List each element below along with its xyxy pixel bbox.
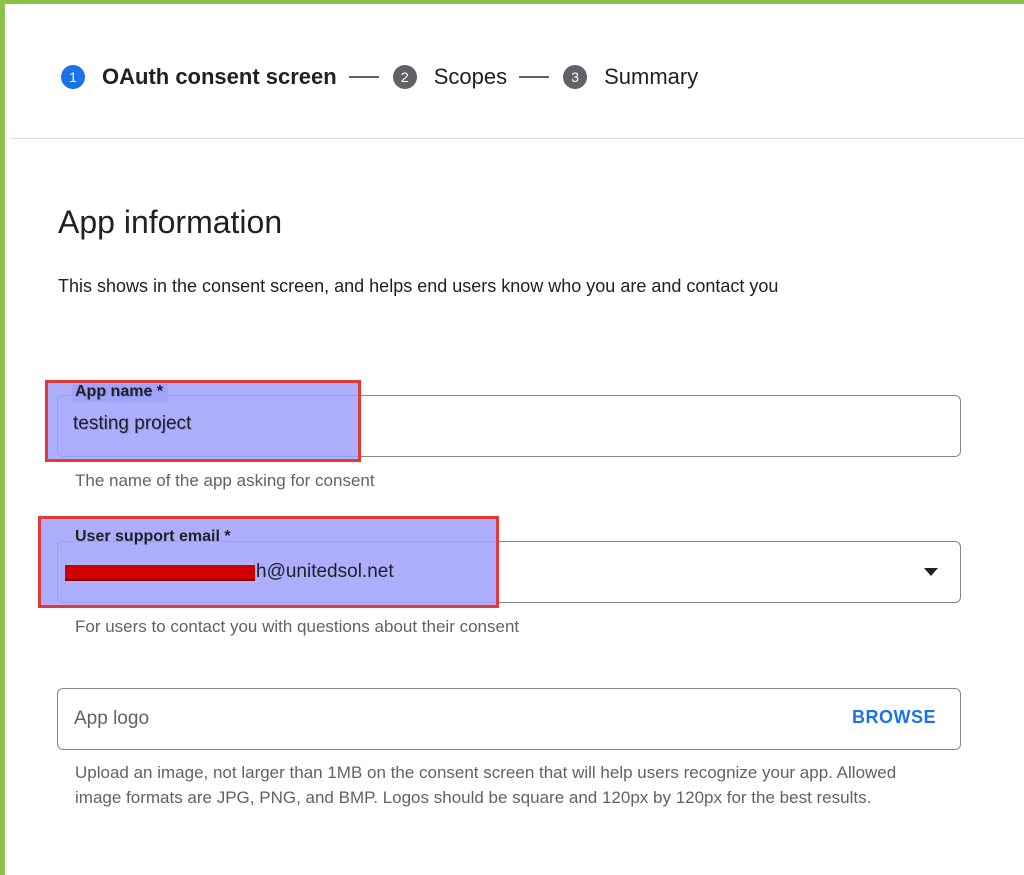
step-number-badge: 1 — [61, 65, 85, 89]
browse-button[interactable]: BROWSE — [852, 707, 936, 728]
step-separator — [519, 76, 550, 78]
step-label: Summary — [604, 64, 699, 89]
app-logo-helper: Upload an image, not larger than 1MB on … — [75, 763, 897, 807]
step-label: OAuth consent screen — [102, 64, 337, 89]
app-logo-placeholder: App logo — [74, 708, 150, 729]
step-oauth-consent[interactable]: 1 OAuth consent screen — [61, 64, 337, 90]
app-name-helper: The name of the app asking for consent — [75, 471, 375, 490]
step-separator — [348, 76, 379, 78]
step-label: Scopes — [433, 64, 508, 89]
app-logo-field[interactable]: App logo BROWSE — [57, 688, 961, 750]
support-email-label: User support email * — [75, 528, 231, 545]
section-title: App information — [58, 204, 283, 240]
step-scopes[interactable]: 2 Scopes — [392, 64, 508, 90]
stepper: 1 OAuth consent screen 2 Scopes 3 Summar… — [61, 64, 698, 90]
app-name-label-overlay: App name * — [75, 383, 164, 400]
app-name-field[interactable]: App name * testing project — [57, 384, 961, 457]
section-description: This shows in the consent screen, and he… — [58, 276, 779, 296]
step-number-badge: 2 — [392, 65, 417, 89]
step-summary[interactable]: 3 Summary — [563, 64, 698, 90]
support-email-value: h@unitedsol.net — [256, 561, 394, 582]
redaction-bar — [65, 565, 255, 581]
app-name-value-overlay: testing project — [73, 413, 192, 434]
dropdown-arrow-icon[interactable] — [924, 568, 938, 576]
support-email-helper: For users to contact you with questions … — [75, 617, 520, 636]
step-number-badge: 3 — [563, 65, 588, 89]
page-frame: 1 OAuth consent screen 2 Scopes 3 Summar… — [0, 0, 1024, 875]
header-divider — [10, 138, 1024, 139]
